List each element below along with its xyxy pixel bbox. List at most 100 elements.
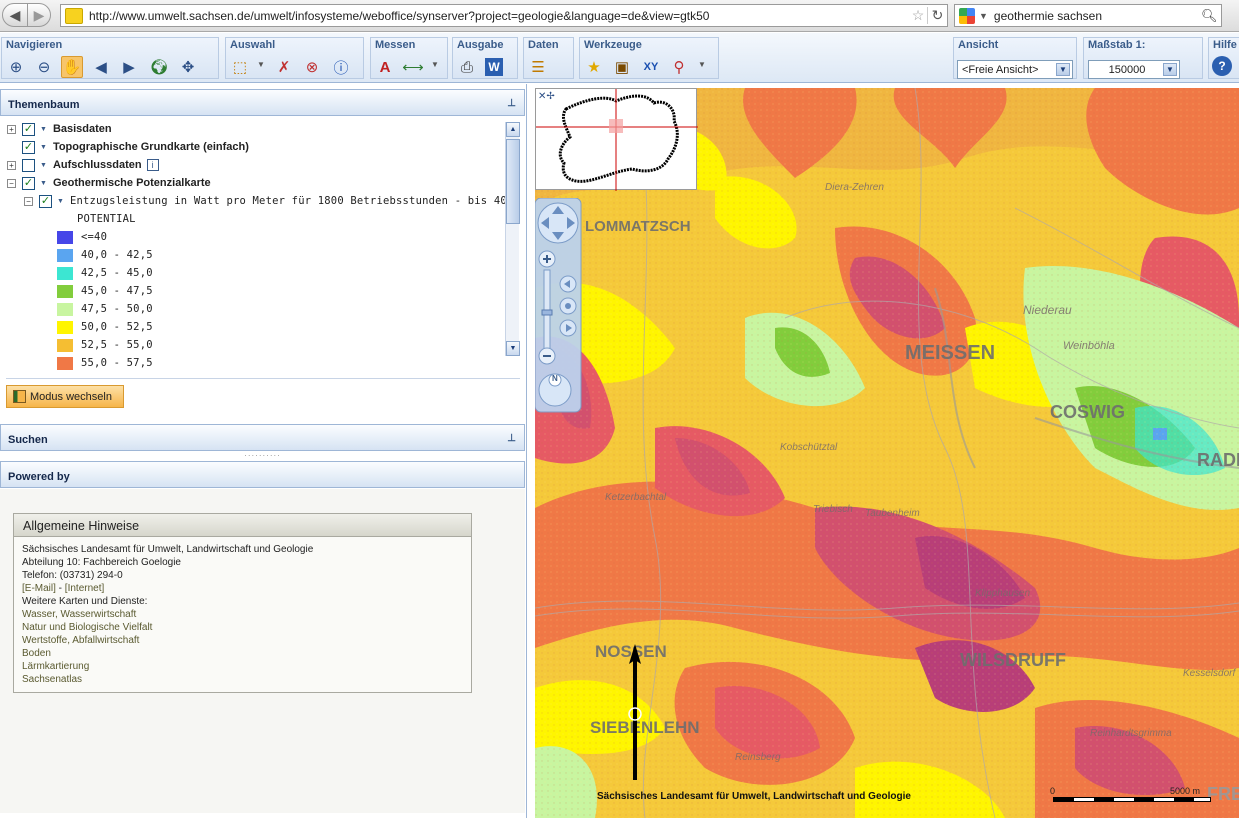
forward-button[interactable]: ▶ (27, 3, 51, 27)
pan-zoom-control[interactable]: N (535, 197, 583, 414)
google-icon[interactable] (959, 7, 975, 24)
zoom-in-icon[interactable]: ⊕ (5, 56, 27, 78)
tree-scrollbar[interactable]: ▲ ▼ (505, 122, 520, 356)
place-label: LOMMATZSCH (585, 218, 691, 235)
small-place-label: Kobschütztal (780, 442, 838, 453)
search-input[interactable]: geothermie sachsen (994, 9, 1201, 23)
hyperlink-pin-icon[interactable]: ⚲ (668, 56, 690, 78)
checkbox-checked[interactable]: ✓ (22, 176, 35, 190)
scroll-down-icon[interactable]: ▼ (506, 341, 520, 356)
layer-label[interactable]: Entzugsleistung in Watt pro Meter für 18… (70, 195, 505, 207)
legend-label: 52,5 - 55,0 (81, 339, 153, 351)
werkzeuge-dropdown-icon[interactable]: ▼ (698, 60, 706, 69)
arrow-left-icon: ◀ (9, 6, 21, 23)
address-bar[interactable]: http://www.umwelt.sachsen.de/umwelt/info… (60, 4, 948, 27)
ansicht-select[interactable]: <Freie Ansicht> ▼ (957, 60, 1073, 79)
themenbaum-header[interactable]: Themenbaum ⊥ (0, 89, 525, 116)
tree-item-basisdaten[interactable]: + ✓ ▼ Basisdaten (7, 120, 112, 138)
internet-link[interactable]: Internet (68, 583, 102, 594)
collapse-icon[interactable]: − (24, 196, 33, 206)
powered-by-title: Powered by (8, 471, 70, 483)
suchen-header[interactable]: Suchen ⊥ (0, 424, 525, 451)
caret-down-icon[interactable]: ▼ (57, 198, 64, 205)
modus-wechseln-button[interactable]: Modus wechseln (6, 385, 124, 408)
panel-splitter[interactable]: ·········· (0, 451, 525, 461)
previous-extent-icon[interactable]: ◀ (90, 56, 112, 78)
info-icon[interactable]: i (146, 159, 159, 171)
measure-area-icon[interactable]: A (374, 56, 396, 78)
scale-label: 5000 m (1170, 786, 1201, 796)
checkbox-checked[interactable]: ✓ (39, 194, 52, 208)
bookmark-map-icon[interactable]: ▣ (611, 56, 633, 78)
service-link[interactable]: Lärmkartierung (22, 661, 89, 672)
service-link[interactable]: Wertstoffe, Abfallwirtschaft (22, 635, 139, 646)
measure-distance-icon[interactable]: ⟷ (402, 56, 424, 78)
layer-label[interactable]: Geothermische Potenzialkarte (53, 177, 211, 189)
pin-icon[interactable]: ⊥ (507, 98, 516, 109)
caret-down-icon[interactable]: ▼ (40, 162, 47, 169)
overview-toggle-icon[interactable]: ✕✢ (538, 91, 555, 102)
favicon-icon (65, 7, 83, 24)
zoom-out-icon[interactable]: ⊖ (33, 56, 55, 78)
compass-north-label: N (552, 374, 558, 383)
chevron-down-icon[interactable]: ▼ (1056, 63, 1070, 76)
checkbox-checked[interactable]: ✓ (22, 122, 35, 136)
next-extent-icon[interactable]: ▶ (118, 56, 140, 78)
word-export-icon[interactable]: W (485, 58, 503, 76)
overview-map[interactable]: ✕✢ (535, 88, 698, 191)
layer-label[interactable]: Topographische Grundkarte (einfach) (53, 141, 249, 153)
pin-icon[interactable]: ⊥ (507, 433, 516, 444)
search-bar[interactable]: ▼ geothermie sachsen 🔍︎ (954, 4, 1222, 27)
clear-selection-icon[interactable]: ✗ (273, 56, 295, 78)
caret-down-icon[interactable]: ▼ (40, 180, 47, 187)
back-button[interactable]: ◀ (2, 3, 28, 27)
group-ansicht: Ansicht <Freie Ansicht> ▼ (953, 37, 1077, 79)
select-rectangle-icon[interactable]: ⬚ (229, 56, 251, 78)
service-link[interactable]: Natur und Biologische Vielfalt (22, 622, 152, 633)
coordinates-xy-icon[interactable]: XY (640, 56, 662, 78)
redline-star-icon[interactable]: ★ (583, 56, 605, 78)
full-extent-globe-icon[interactable]: 🌍︎ (148, 56, 170, 78)
print-icon[interactable]: ⎙ (456, 56, 478, 78)
chevron-down-icon[interactable]: ▼ (1163, 63, 1177, 76)
tree-item-aufschlussdaten[interactable]: + ▼ Aufschlussdaten i (7, 156, 159, 174)
info-icon[interactable]: ⓘ (330, 56, 352, 78)
pan-hand-icon[interactable]: ✋ (61, 56, 83, 78)
measure-dropdown-icon[interactable]: ▼ (431, 60, 439, 69)
url-text[interactable]: http://www.umwelt.sachsen.de/umwelt/info… (89, 9, 909, 23)
expand-icon[interactable]: + (7, 160, 16, 170)
search-icon[interactable]: 🔍︎ (1201, 8, 1221, 24)
group-label-auswahl: Auswahl (230, 39, 276, 51)
bookmark-star-icon[interactable]: ☆ (909, 7, 927, 24)
select-dropdown-icon[interactable]: ▼ (257, 60, 265, 69)
service-link[interactable]: Sachsenatlas (22, 674, 82, 685)
email-link[interactable]: E-Mail (25, 583, 53, 594)
tree-item-geothermische-potenzialkarte[interactable]: − ✓ ▼ Geothermische Potenzialkarte (7, 174, 211, 192)
zoom-selection-icon[interactable]: ✥ (177, 56, 199, 78)
data-table-icon[interactable]: ☰ (527, 56, 549, 78)
tree-item-topographische-grundkarte[interactable]: ✓ ▼ Topographische Grundkarte (einfach) (7, 138, 249, 156)
service-link[interactable]: Boden (22, 648, 51, 659)
scrollbar-thumb[interactable] (506, 139, 520, 224)
checkbox-unchecked[interactable] (22, 158, 35, 172)
massstab-select[interactable]: 150000 ▼ (1088, 60, 1180, 79)
divider (6, 378, 520, 379)
select-by-point-icon[interactable]: ⊗ (301, 56, 323, 78)
layer-label[interactable]: Aufschlussdaten (53, 159, 142, 171)
info-line: Abteilung 10: Fachbereich Goelogie (22, 557, 181, 568)
expand-icon[interactable]: + (7, 124, 16, 134)
caret-down-icon[interactable]: ▼ (40, 144, 47, 151)
caret-down-icon[interactable]: ▼ (40, 126, 47, 133)
reload-icon[interactable]: ↻ (927, 7, 947, 24)
layer-label[interactable]: Basisdaten (53, 123, 112, 135)
service-link[interactable]: Wasser, Wasserwirtschaft (22, 609, 136, 620)
help-icon[interactable]: ? (1212, 56, 1232, 76)
place-label: RADE (1197, 450, 1239, 470)
collapse-icon[interactable]: − (7, 178, 16, 188)
scroll-up-icon[interactable]: ▲ (506, 122, 520, 137)
search-engine-dropdown-icon[interactable]: ▼ (979, 11, 988, 21)
group-hilfe: Hilfe ? (1208, 37, 1239, 79)
map-canvas[interactable]: MEISSEN COSWIG WILSDRUFF NOSSEN SIEBENLE… (535, 88, 1239, 818)
checkbox-checked[interactable]: ✓ (22, 140, 35, 154)
tree-item-entzugsleistung[interactable]: − ✓ ▼ Entzugsleistung in Watt pro Meter … (24, 192, 505, 210)
